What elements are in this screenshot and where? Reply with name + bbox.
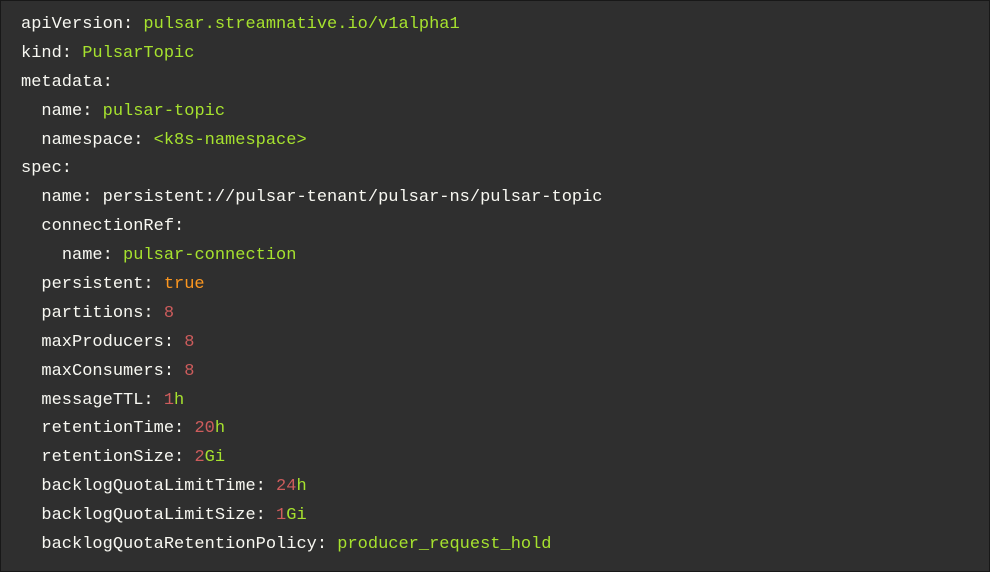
line-spec: spec:: [21, 155, 969, 184]
val-backlogQuotaLimitSize-unit: Gi: [286, 506, 306, 525]
val-apiVersion: pulsar.streamnative.io/v1alpha1: [143, 15, 459, 34]
line-messageTTL: messageTTL: 1h: [21, 387, 969, 416]
val-metadata-namespace: <k8s-namespace>: [154, 131, 307, 150]
val-partitions: 8: [164, 304, 174, 323]
line-connectionRef-name: name: pulsar-connection: [21, 242, 969, 271]
line-backlogQuotaLimitSize: backlogQuotaLimitSize: 1Gi: [21, 502, 969, 531]
key-metadata-name: name:: [41, 102, 92, 121]
line-retentionTime: retentionTime: 20h: [21, 415, 969, 444]
val-backlogQuotaLimitTime-num: 24: [276, 477, 296, 496]
val-metadata-name: pulsar-topic: [103, 102, 225, 121]
val-maxConsumers: 8: [184, 362, 194, 381]
key-maxProducers: maxProducers:: [41, 333, 174, 352]
line-retentionSize: retentionSize: 2Gi: [21, 444, 969, 473]
val-retentionTime-unit: h: [215, 419, 225, 438]
key-apiVersion: apiVersion:: [21, 15, 133, 34]
key-retentionTime: retentionTime:: [41, 419, 184, 438]
key-spec: spec:: [21, 159, 72, 178]
yaml-code-block: apiVersion: pulsar.streamnative.io/v1alp…: [0, 0, 990, 572]
line-partitions: partitions: 8: [21, 300, 969, 329]
line-metadata: metadata:: [21, 69, 969, 98]
line-metadata-name: name: pulsar-topic: [21, 98, 969, 127]
key-backlogQuotaLimitSize: backlogQuotaLimitSize:: [41, 506, 265, 525]
line-backlogQuotaRetentionPolicy: backlogQuotaRetentionPolicy: producer_re…: [21, 531, 969, 560]
line-kind: kind: PulsarTopic: [21, 40, 969, 69]
line-apiVersion: apiVersion: pulsar.streamnative.io/v1alp…: [21, 11, 969, 40]
val-retentionTime-num: 20: [194, 419, 214, 438]
val-maxProducers: 8: [184, 333, 194, 352]
val-backlogQuotaLimitSize-num: 1: [276, 506, 286, 525]
val-connectionRef-name: pulsar-connection: [123, 246, 296, 265]
key-connectionRef-name: name:: [62, 246, 113, 265]
key-connectionRef: connectionRef:: [41, 217, 184, 236]
key-metadata: metadata:: [21, 73, 113, 92]
key-maxConsumers: maxConsumers:: [41, 362, 174, 381]
line-spec-name: name: persistent://pulsar-tenant/pulsar-…: [21, 184, 969, 213]
line-connectionRef: connectionRef:: [21, 213, 969, 242]
val-retentionSize-num: 2: [194, 448, 204, 467]
key-spec-name: name:: [41, 188, 92, 207]
key-kind: kind:: [21, 44, 72, 63]
val-retentionSize-unit: Gi: [205, 448, 225, 467]
line-persistent: persistent: true: [21, 271, 969, 300]
val-persistent: true: [164, 275, 205, 294]
line-maxConsumers: maxConsumers: 8: [21, 358, 969, 387]
key-messageTTL: messageTTL:: [41, 391, 153, 410]
key-backlogQuotaLimitTime: backlogQuotaLimitTime:: [41, 477, 265, 496]
val-backlogQuotaRetentionPolicy: producer_request_hold: [337, 535, 551, 554]
val-messageTTL-num: 1: [164, 391, 174, 410]
line-metadata-namespace: namespace: <k8s-namespace>: [21, 127, 969, 156]
val-spec-name: persistent://pulsar-tenant/pulsar-ns/pul…: [103, 188, 603, 207]
val-backlogQuotaLimitTime-unit: h: [296, 477, 306, 496]
key-retentionSize: retentionSize:: [41, 448, 184, 467]
key-partitions: partitions:: [41, 304, 153, 323]
val-kind: PulsarTopic: [82, 44, 194, 63]
key-metadata-namespace: namespace:: [41, 131, 143, 150]
key-persistent: persistent:: [41, 275, 153, 294]
line-maxProducers: maxProducers: 8: [21, 329, 969, 358]
key-backlogQuotaRetentionPolicy: backlogQuotaRetentionPolicy:: [41, 535, 327, 554]
val-messageTTL-unit: h: [174, 391, 184, 410]
line-backlogQuotaLimitTime: backlogQuotaLimitTime: 24h: [21, 473, 969, 502]
